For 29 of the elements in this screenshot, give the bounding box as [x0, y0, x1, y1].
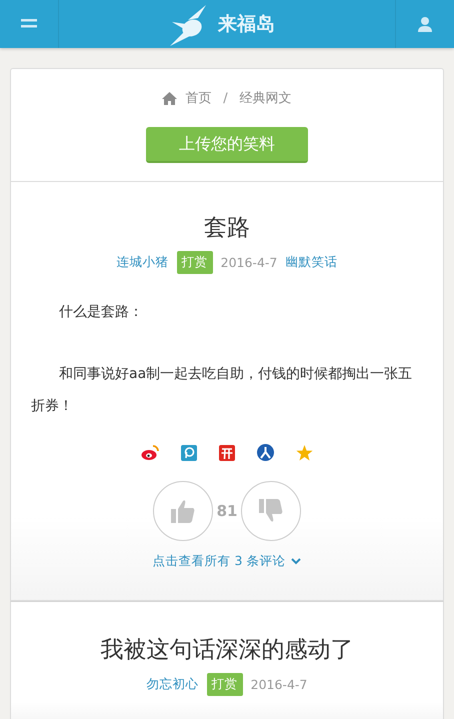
- post-paragraph: 什么是套路：: [58, 303, 144, 322]
- weibo-share-icon[interactable]: [141, 444, 159, 460]
- post-title[interactable]: 套路: [204, 212, 250, 243]
- author-link[interactable]: 连城小猪: [116, 254, 169, 271]
- site-name[interactable]: 来福岛: [218, 11, 275, 37]
- post-date: 2016-4-7: [220, 255, 278, 270]
- post-date: 2016-4-7: [250, 677, 308, 692]
- category-link[interactable]: 幽默笑话: [285, 254, 338, 271]
- like-count: 81: [216, 502, 238, 520]
- user-icon[interactable]: [417, 16, 433, 32]
- post-paragraph: 和同事说好aa制一起去吃自助，付钱的时候都掏出一张五折券！: [31, 365, 414, 416]
- breadcrumb-link[interactable]: 首页: [185, 89, 212, 107]
- tip-button[interactable]: 打赏: [206, 673, 243, 696]
- author-link[interactable]: 勿忘初心: [146, 676, 199, 693]
- kaixin-share-icon[interactable]: [219, 444, 235, 460]
- comments-link[interactable]: 点击查看所有 3 条评论: [152, 553, 302, 570]
- thumbs-down-icon: [258, 498, 284, 524]
- star-share-icon[interactable]: [296, 444, 313, 460]
- breadcrumb-separator: /: [223, 90, 228, 106]
- thumbs-up-icon: [170, 498, 196, 524]
- post-title[interactable]: 我被这句话深深的感动了: [100, 634, 354, 665]
- renren-share-icon[interactable]: [257, 444, 274, 461]
- home-icon[interactable]: [162, 92, 178, 104]
- chevron-down-icon: [291, 558, 302, 565]
- breadcrumb-link[interactable]: 经典网文: [240, 89, 292, 107]
- tip-button[interactable]: 打赏: [176, 251, 213, 274]
- menu-icon[interactable]: [21, 19, 37, 29]
- p-share-icon[interactable]: [181, 444, 197, 460]
- upload-button[interactable]: 上传您的笑料: [146, 127, 308, 163]
